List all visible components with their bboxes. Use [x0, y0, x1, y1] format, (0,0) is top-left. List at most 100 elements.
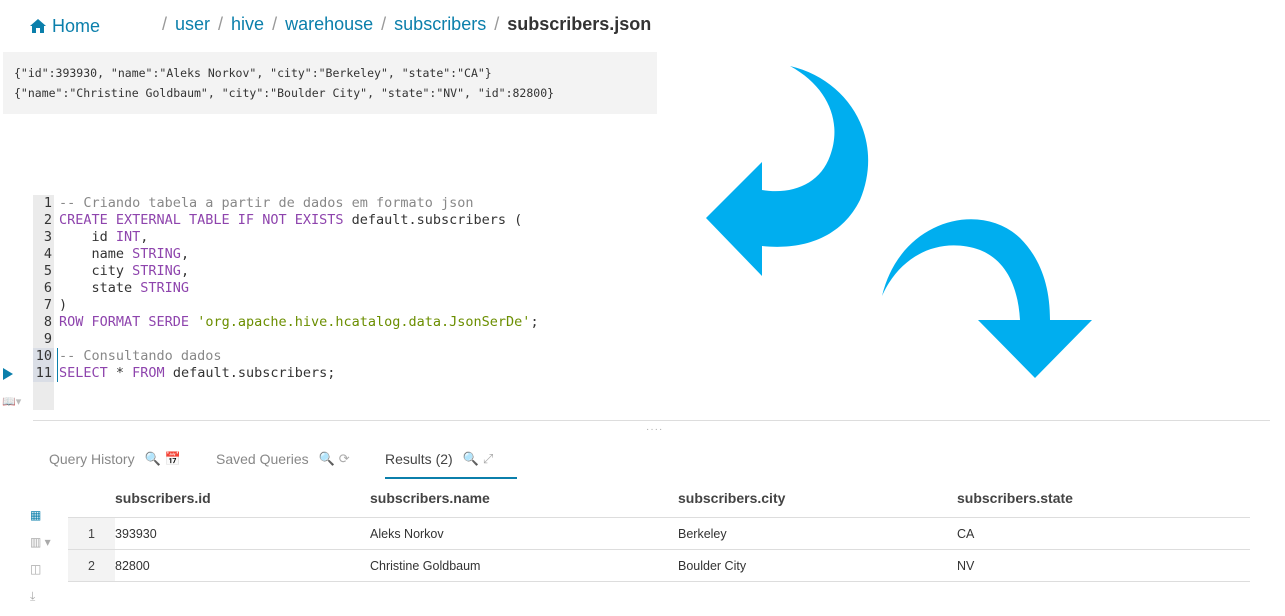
code-token: INT — [115, 229, 141, 245]
table-cell: Berkeley — [678, 517, 957, 550]
line-number: 8 — [43, 314, 52, 330]
home-icon — [30, 19, 46, 33]
column-view-icon[interactable]: ◫ — [30, 562, 60, 589]
column-header[interactable]: subscribers.city — [678, 478, 957, 518]
snippets-icon[interactable]: 📖▾ — [2, 395, 26, 408]
tab-icons: 🔍 📅 — [145, 451, 185, 467]
line-number: 6 — [43, 280, 52, 296]
line-number: 10 — [33, 348, 54, 365]
grid-view-icon[interactable]: ▦ — [30, 508, 60, 535]
code-token: SELECT — [59, 365, 108, 381]
table-cell: 82800 — [115, 549, 370, 582]
row-number: 1 — [68, 517, 115, 550]
table-row[interactable]: 2 82800 Christine Goldbaum Boulder City NV — [68, 549, 1250, 582]
clear-calendar-icon[interactable]: 📅 — [165, 451, 181, 466]
code-token: * — [107, 365, 133, 381]
code-line: name STRING, — [59, 246, 539, 263]
home-link[interactable]: Home — [30, 16, 100, 37]
tab-query-history[interactable]: Query History 🔍 📅 — [49, 440, 185, 477]
code-line: id INT, — [59, 229, 539, 246]
code-token: default.subscribers ( — [343, 212, 523, 228]
code-content[interactable]: -- Criando tabela a partir de dados em f… — [59, 195, 539, 382]
line-number: 3 — [43, 229, 52, 245]
line-number: 2 — [43, 212, 52, 228]
breadcrumb: Home / user / hive / warehouse / subscribers / su… — [30, 14, 651, 38]
breadcrumb-link-user[interactable]: user — [175, 14, 210, 35]
breadcrumb-path: / user / hive / warehouse / subscribers / subscri… — [154, 14, 651, 35]
cursor — [57, 348, 58, 382]
arrows-graphic — [706, 66, 1092, 378]
breadcrumb-separator: / — [381, 14, 387, 34]
tab-saved-queries[interactable]: Saved Queries 🔍 ⟳ — [216, 440, 354, 477]
results-table: subscribers.id subscribers.name subscriber… — [68, 478, 1250, 582]
breadcrumb-separator: / — [218, 14, 224, 34]
table-cell: Aleks Norkov — [370, 517, 678, 550]
results-header-row: subscribers.id subscribers.name subscriber… — [68, 478, 1250, 518]
breadcrumb-separator: / — [272, 14, 278, 34]
code-token: -- Consultando dados — [59, 348, 222, 364]
download-icon[interactable]: ⤓ — [30, 589, 60, 616]
code-line: city STRING, — [59, 263, 539, 280]
code-token: , — [180, 263, 190, 279]
breadcrumb-link-hive[interactable]: hive — [231, 14, 264, 35]
table-cell: Boulder City — [678, 549, 957, 582]
preview-line: {"id":393930, "name":"Aleks Norkov", "ci… — [14, 66, 492, 80]
breadcrumb-separator: / — [494, 14, 500, 34]
refresh-icon[interactable]: ⟳ — [339, 451, 350, 466]
table-row[interactable]: 1 393930 Aleks Norkov Berkeley CA — [68, 517, 1250, 550]
search-icon[interactable]: 🔍 — [145, 451, 161, 466]
tab-icons: 🔍 ⟳ — [319, 451, 354, 467]
code-token: STRING — [140, 280, 190, 296]
search-icon[interactable]: 🔍 — [463, 451, 479, 466]
preview-line: {"name":"Christine Goldbaum", "city":"Bo… — [14, 86, 555, 100]
run-icon[interactable] — [3, 368, 13, 380]
code-token: 'org.apache.hive.hcatalog.data.JsonSerDe… — [197, 314, 531, 330]
expand-icon[interactable]: ⤢ — [483, 451, 493, 466]
code-line: ROW FORMAT SERDE 'org.apache.hive.hcatal… — [59, 314, 539, 331]
column-header[interactable]: subscribers.name — [370, 478, 678, 518]
line-number: 9 — [43, 331, 52, 347]
code-token: , — [140, 229, 149, 245]
table-cell: Christine Goldbaum — [370, 549, 678, 582]
panel-splitter[interactable] — [33, 420, 1270, 421]
column-header[interactable]: subscribers.id — [115, 478, 370, 518]
chart-view-icon[interactable]: ▥ ▾ — [30, 535, 60, 562]
breadcrumb-link-warehouse[interactable]: warehouse — [285, 14, 373, 35]
home-label: Home — [52, 15, 101, 36]
curved-arrow-down-icon — [882, 219, 1092, 378]
code-token: -- Criando tabela a partir de dados em f… — [59, 195, 474, 211]
breadcrumb-link-subscribers[interactable]: subscribers — [394, 14, 486, 35]
code-line: ) — [59, 297, 539, 314]
code-token: ROW FORMAT SERDE — [59, 314, 190, 330]
code-editor[interactable]: 1 2 3 4 5 6 7 8 9 10 11 -- Criando tabela a partir… — [33, 195, 733, 410]
row-number-header — [68, 478, 115, 518]
code-token: city — [59, 263, 133, 279]
result-view-tools: ▦ ▥ ▾ ◫ ⤓ — [30, 508, 60, 616]
code-line: -- Criando tabela a partir de dados em f… — [59, 195, 539, 212]
line-number: 4 — [43, 246, 52, 262]
row-number: 2 — [68, 549, 115, 582]
drag-handle-icon[interactable]: ···· — [646, 424, 663, 435]
tab-icons: 🔍 ⤢ — [463, 451, 498, 467]
code-token: ; — [530, 314, 539, 330]
code-token: state — [59, 280, 141, 296]
tab-results-2[interactable]: Results (2) 🔍 ⤢ — [385, 440, 517, 479]
search-icon[interactable]: 🔍 — [319, 451, 335, 466]
code-line: CREATE EXTERNAL TABLE IF NOT EXISTS defa… — [59, 212, 539, 229]
table-cell: CA — [957, 517, 1250, 550]
code-token: id — [59, 229, 116, 245]
line-number: 1 — [43, 195, 52, 211]
code-token: STRING — [132, 263, 181, 279]
code-token: STRING — [132, 246, 181, 262]
tab-label: Saved Queries — [216, 450, 309, 467]
line-number: 5 — [43, 263, 52, 279]
breadcrumb-current: subscribers.json — [507, 14, 652, 34]
line-numbers: 1 2 3 4 5 6 7 8 9 10 11 — [33, 195, 54, 410]
table-cell: NV — [957, 549, 1250, 582]
column-header[interactable]: subscribers.state — [957, 478, 1250, 518]
table-cell: 393930 — [115, 517, 370, 550]
tab-label: Query History — [49, 450, 135, 467]
code-token: name — [59, 246, 133, 262]
code-token: ) — [59, 297, 68, 313]
